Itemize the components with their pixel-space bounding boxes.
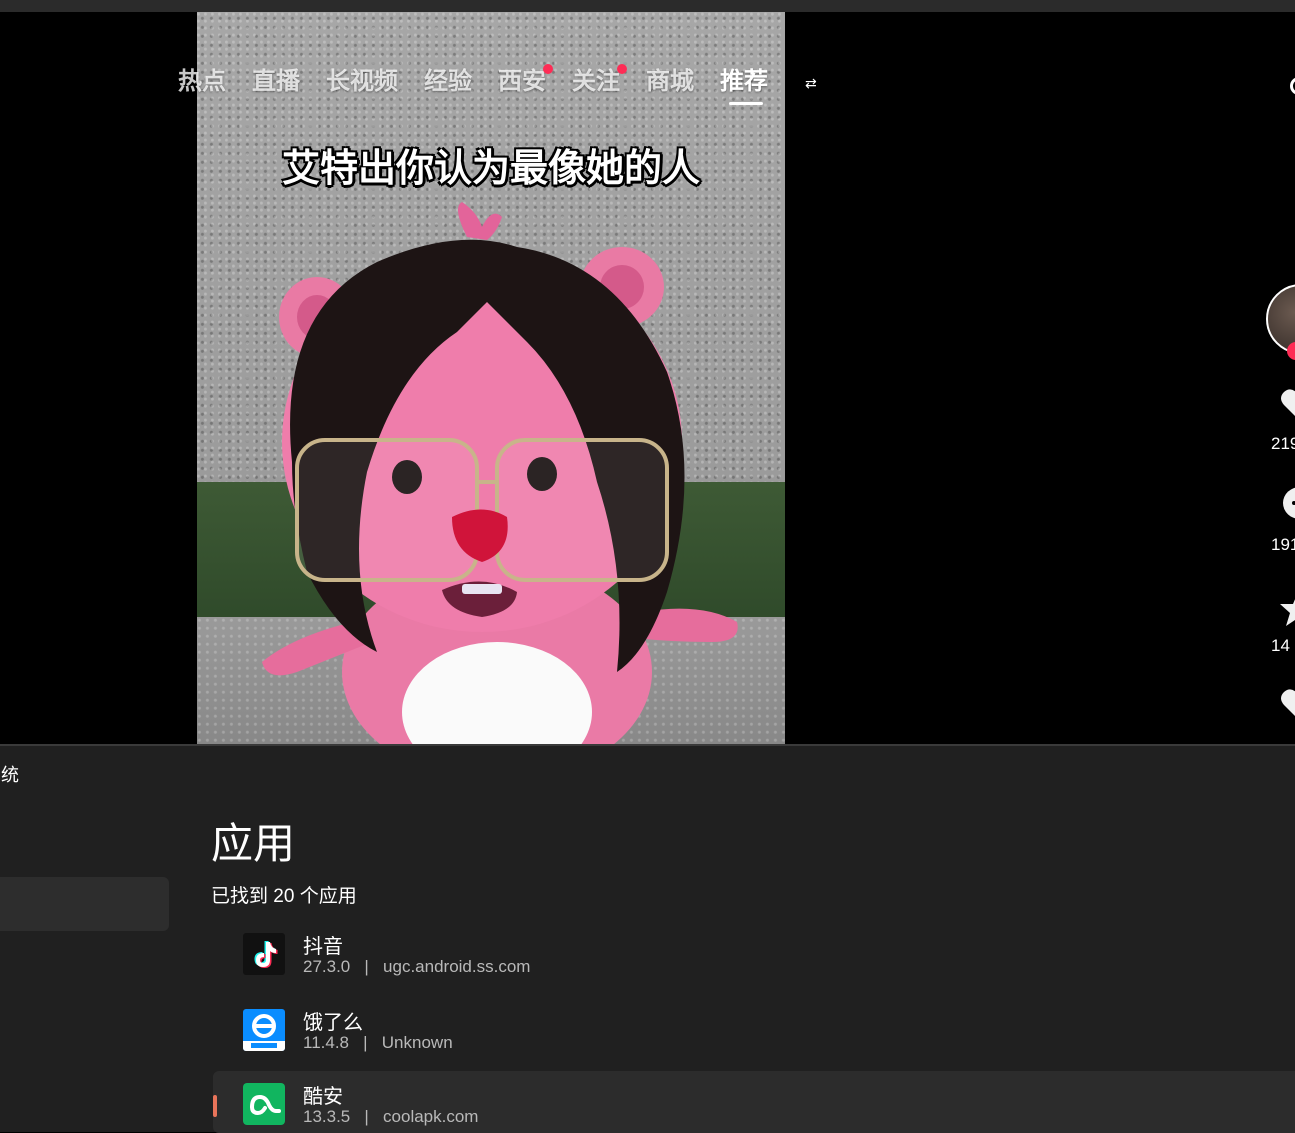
app-list-item-douyin[interactable]: 抖音 27.3.0 | ugc.android.ss.com bbox=[213, 921, 1295, 983]
favorite-count: 14 bbox=[1271, 636, 1290, 655]
video-caption: 艾特出你认为最像她的人 bbox=[281, 146, 700, 190]
app-version: 13.3.5 bbox=[303, 1107, 351, 1126]
app-name: 酷安 bbox=[303, 1086, 343, 1108]
settings-window: 统 应用 已找到 20 个应用 抖音 27.3.0 | ugc.android.… bbox=[0, 744, 1295, 1133]
switch-arrows-icon[interactable]: ⇄ bbox=[805, 75, 817, 92]
plush-toy-illustration bbox=[262, 202, 738, 744]
app-name: 抖音 bbox=[303, 936, 343, 958]
tab-experience[interactable]: 经验 bbox=[424, 64, 472, 104]
search-icon[interactable] bbox=[1290, 77, 1295, 95]
app-version: 11.4.8 bbox=[303, 1033, 350, 1052]
app-meta: 27.3.0 | ugc.android.ss.com bbox=[303, 957, 531, 976]
tab-recommended[interactable]: 推荐 bbox=[720, 64, 768, 105]
window-titlebar-strip bbox=[0, 0, 1295, 12]
comment-count: 191 bbox=[1271, 535, 1295, 554]
share-icon[interactable] bbox=[1278, 684, 1295, 724]
tab-label: 西安 bbox=[498, 67, 546, 95]
tab-hot[interactable]: 热点 bbox=[178, 64, 226, 104]
follow-plus-icon[interactable] bbox=[1287, 342, 1295, 360]
tab-live[interactable]: 直播 bbox=[252, 64, 300, 104]
douyin-icon bbox=[243, 933, 285, 975]
video-frame[interactable]: 艾特出你认为最像她的人 bbox=[197, 12, 785, 744]
tab-label: 经验 bbox=[424, 67, 472, 95]
tab-label: 热点 bbox=[178, 67, 226, 95]
notification-dot bbox=[543, 64, 553, 74]
app-meta: 13.3.5 | coolapk.com bbox=[303, 1107, 479, 1126]
coolapk-icon bbox=[243, 1083, 285, 1125]
tab-long-video[interactable]: 长视频 bbox=[326, 64, 398, 104]
tab-following[interactable]: 关注 bbox=[572, 64, 627, 104]
heart-icon[interactable] bbox=[1278, 384, 1295, 424]
app-list-item-eleme[interactable]: 饿了么 11.4.8 | Unknown bbox=[213, 997, 1295, 1059]
star-icon[interactable] bbox=[1278, 589, 1295, 629]
comment-icon[interactable] bbox=[1278, 484, 1295, 524]
app-version: 27.3.0 bbox=[303, 957, 351, 976]
app-package: ugc.android.ss.com bbox=[383, 957, 531, 976]
tab-label: 关注 bbox=[572, 67, 620, 95]
selection-indicator bbox=[213, 1095, 217, 1117]
tab-label: 长视频 bbox=[326, 67, 398, 95]
sidebar-item-selected[interactable] bbox=[0, 877, 169, 931]
tab-label: 直播 bbox=[252, 67, 300, 95]
window-title: 统 bbox=[1, 765, 19, 785]
tab-xian[interactable]: 西安 bbox=[498, 64, 553, 104]
app-count-text: 已找到 20 个应用 bbox=[211, 886, 357, 907]
top-nav-tabs: 热点 直播 长视频 经验 西安 关注 商城 推荐 bbox=[178, 64, 794, 105]
tab-label: 商城 bbox=[646, 67, 694, 95]
notification-dot bbox=[617, 64, 627, 74]
app-name: 饿了么 bbox=[303, 1012, 363, 1034]
page-title: 应用 bbox=[211, 819, 296, 868]
app-package: Unknown bbox=[381, 1033, 453, 1052]
app-package: coolapk.com bbox=[383, 1107, 479, 1126]
tab-mall[interactable]: 商城 bbox=[646, 64, 694, 104]
tab-label: 推荐 bbox=[720, 67, 768, 95]
app-list-item-coolapk[interactable]: 酷安 13.3.5 | coolapk.com bbox=[213, 1071, 1295, 1133]
like-count: 219 bbox=[1271, 434, 1295, 453]
app-meta: 11.4.8 | Unknown bbox=[303, 1033, 453, 1052]
eleme-icon bbox=[243, 1009, 285, 1051]
video-player-area[interactable]: 艾特出你认为最像她的人 热点 直播 长视频 经验 西安 关注 商城 推荐 ⇄ 2… bbox=[0, 12, 1295, 744]
